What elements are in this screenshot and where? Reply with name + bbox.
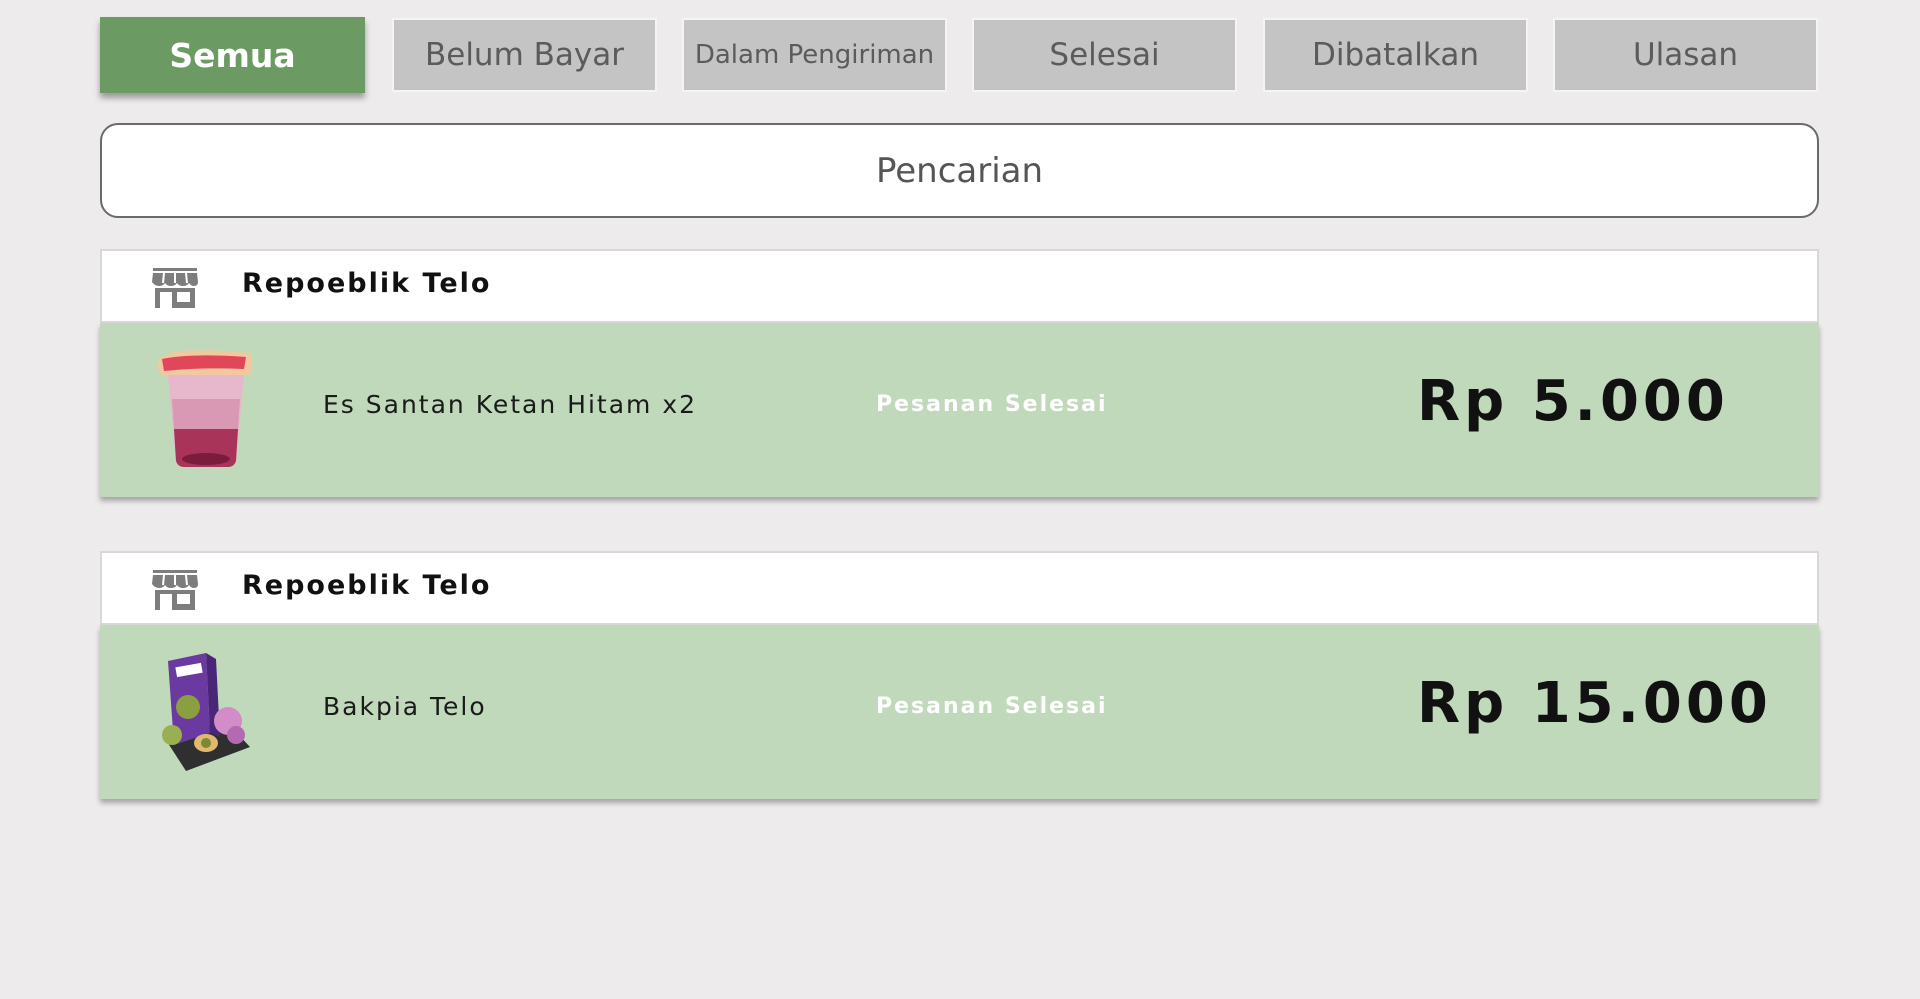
product-name: Bakpia Telo — [323, 692, 487, 721]
order-card[interactable]: Repoeblik Telo Bakpia Telo Pesanan Seles… — [100, 551, 1819, 799]
order-item-row: Es Santan Ketan Hitam x2 Pesanan Selesai… — [100, 323, 1819, 497]
search-input[interactable]: Pencarian — [100, 123, 1819, 218]
tab-dibatalkan[interactable]: Dibatalkan — [1263, 18, 1528, 92]
store-name: Repoeblik Telo — [242, 570, 492, 601]
store-icon — [152, 268, 198, 308]
order-item-row: Bakpia Telo Pesanan Selesai Rp 15.000 — [100, 625, 1819, 799]
order-store-header: Repoeblik Telo — [100, 551, 1819, 625]
order-price: Rp 5.000 — [1417, 369, 1729, 434]
bakpia-box-thumbnail — [162, 653, 250, 771]
tab-dalam-pengiriman[interactable]: Dalam Pengiriman — [682, 18, 947, 92]
drink-cup-thumbnail — [157, 350, 252, 467]
order-store-header: Repoeblik Telo — [100, 249, 1819, 323]
product-name: Es Santan Ketan Hitam x2 — [323, 390, 698, 419]
tab-semua[interactable]: Semua — [100, 17, 365, 93]
tab-selesai[interactable]: Selesai — [972, 18, 1237, 92]
store-name: Repoeblik Telo — [242, 268, 492, 299]
order-card[interactable]: Repoeblik Telo Es Santan Ketan Hitam x2 … — [100, 249, 1819, 497]
order-status: Pesanan Selesai — [876, 392, 1108, 417]
tab-belum-bayar[interactable]: Belum Bayar — [392, 18, 657, 92]
order-status: Pesanan Selesai — [876, 694, 1108, 719]
store-icon — [152, 570, 198, 610]
order-filter-tabs: Semua Belum Bayar Dalam Pengiriman Seles… — [100, 17, 1819, 93]
order-price: Rp 15.000 — [1417, 671, 1772, 736]
tab-ulasan[interactable]: Ulasan — [1553, 18, 1818, 92]
